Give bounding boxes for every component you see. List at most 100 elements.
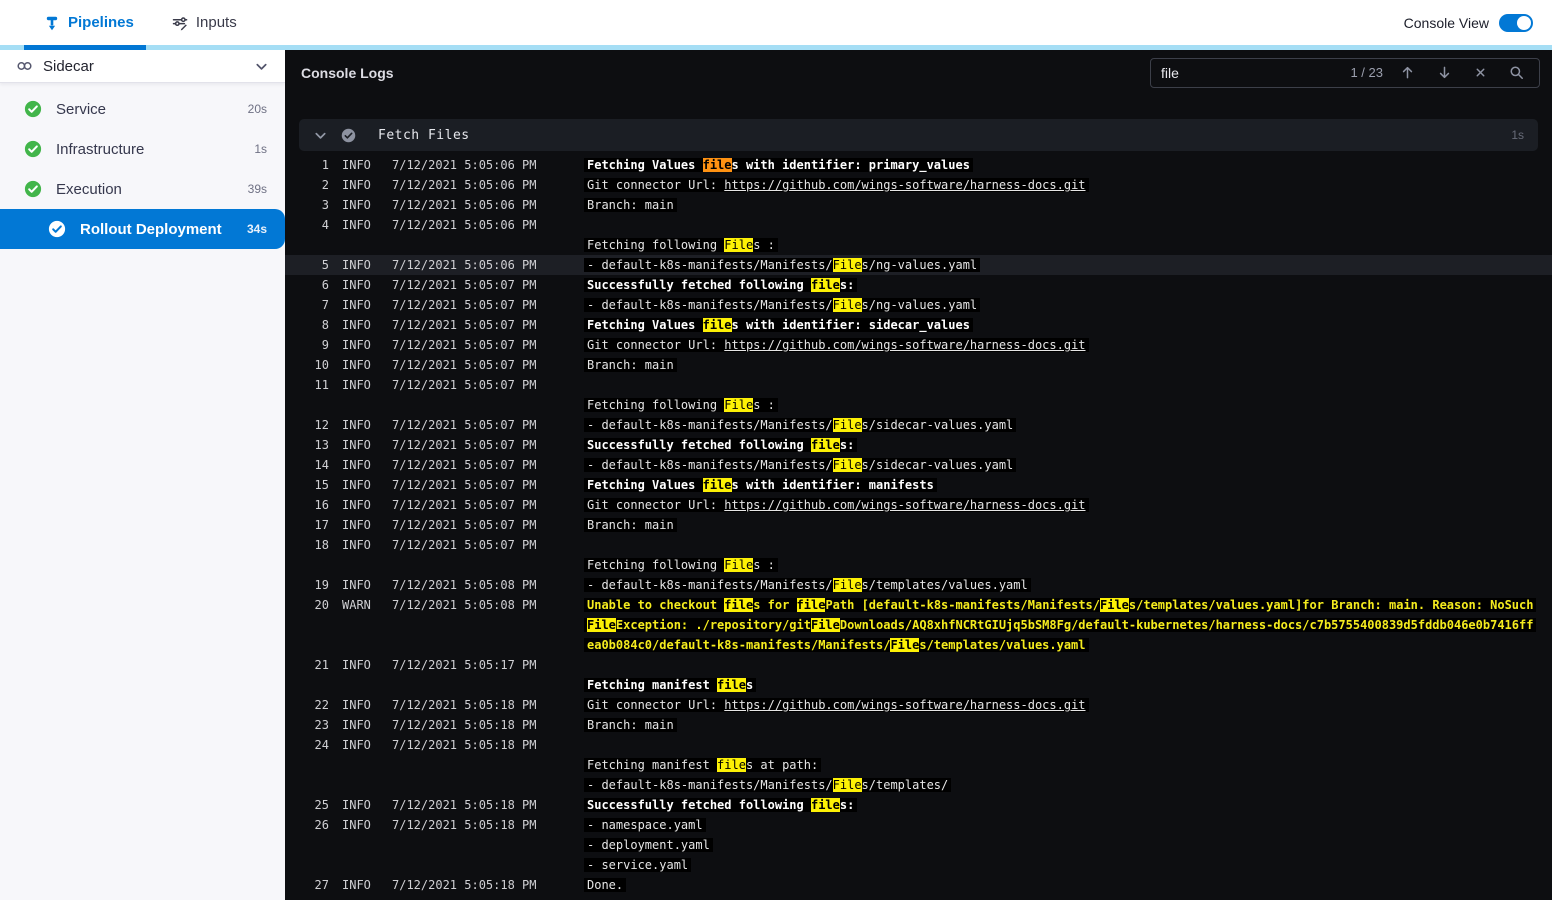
- tab-pipelines[interactable]: Pipelines: [44, 14, 134, 31]
- search-match: file: [810, 438, 840, 452]
- log-message-text: - default-k8s-manifests/Manifests/Files/…: [584, 778, 952, 792]
- log-line: 15 INFO 7/12/2021 5:05:07 PM Fetching Value…: [285, 475, 1552, 495]
- log-level: INFO: [342, 698, 371, 712]
- line-number[interactable]: 26: [299, 815, 329, 835]
- log-link[interactable]: https://github.com/wings-software/harnes…: [724, 498, 1085, 512]
- check-circle-icon: [24, 100, 42, 118]
- line-number[interactable]: 17: [299, 515, 329, 535]
- search-match: file: [724, 598, 754, 612]
- log-message: - default-k8s-manifests/Manifests/Files/…: [584, 255, 1538, 275]
- log-message-text: Git connector Url: https://github.com/wi…: [584, 498, 1089, 512]
- log-timestamp: 7/12/2021 5:05:07 PM: [392, 518, 537, 532]
- log-line: 7 INFO 7/12/2021 5:05:07 PM - default-k8s-m…: [285, 295, 1552, 315]
- log-lines: 1 INFO 7/12/2021 5:05:06 PM Fetching Values…: [285, 155, 1552, 895]
- line-number[interactable]: 8: [299, 315, 329, 335]
- log-message-text: Fetching following Files :: [584, 558, 778, 572]
- log-line: - deployment.yaml: [285, 835, 1552, 855]
- line-number[interactable]: 2: [299, 175, 329, 195]
- log-level: INFO: [342, 378, 371, 392]
- line-number[interactable]: 15: [299, 475, 329, 495]
- log-link[interactable]: https://github.com/wings-software/harnes…: [724, 338, 1085, 352]
- sidebar-item-service[interactable]: Service 20s: [0, 89, 285, 129]
- log-level: INFO: [342, 218, 371, 232]
- search-match: File: [587, 618, 616, 632]
- log-message-text: Fetching Values files with identifier: p…: [584, 158, 973, 172]
- log-link[interactable]: https://github.com/wings-software/harnes…: [724, 178, 1085, 192]
- sidebar-item-infrastructure[interactable]: Infrastructure 1s: [0, 129, 285, 169]
- log-line: 27 INFO 7/12/2021 5:05:18 PM Done.: [285, 875, 1552, 895]
- line-number[interactable]: 18: [299, 535, 329, 555]
- log-link[interactable]: https://github.com/wings-software/harnes…: [724, 698, 1085, 712]
- log-message-text: Unable to checkout files for filePath [d…: [584, 598, 1537, 652]
- console-view-label: Console View: [1403, 14, 1489, 31]
- log-level: INFO: [342, 278, 371, 292]
- line-number[interactable]: 19: [299, 575, 329, 595]
- line-number[interactable]: 21: [299, 655, 329, 675]
- sidebar-item-execution[interactable]: Execution 39s: [0, 169, 285, 209]
- search-match: file: [796, 598, 826, 612]
- search-match: File: [832, 418, 862, 432]
- line-number[interactable]: 20: [299, 595, 329, 615]
- step-duration: 1s: [254, 142, 267, 156]
- line-number[interactable]: 7: [299, 295, 329, 315]
- line-number[interactable]: 27: [299, 875, 329, 895]
- log-line: 6 INFO 7/12/2021 5:05:07 PM Successfully fe…: [285, 275, 1552, 295]
- line-number[interactable]: 4: [299, 215, 329, 235]
- log-message: Done.: [584, 875, 1538, 895]
- step-duration: 20s: [247, 102, 267, 116]
- line-number[interactable]: 25: [299, 795, 329, 815]
- log-level: INFO: [342, 798, 371, 812]
- search-icon[interactable]: [1504, 65, 1529, 80]
- line-number[interactable]: 9: [299, 335, 329, 355]
- log-line: 20 WARN 7/12/2021 5:05:08 PM Unable to chec…: [285, 595, 1552, 655]
- line-number[interactable]: 16: [299, 495, 329, 515]
- log-message-text: - namespace.yaml: [584, 818, 706, 832]
- console-title: Console Logs: [301, 64, 394, 81]
- stage-header[interactable]: Sidecar: [0, 50, 285, 83]
- chevron-down-icon[interactable]: [313, 128, 328, 143]
- step-label: Service: [56, 100, 107, 118]
- log-line: 23 INFO 7/12/2021 5:05:18 PM Branch: main: [285, 715, 1552, 735]
- line-number[interactable]: 14: [299, 455, 329, 475]
- tab-inputs[interactable]: Inputs: [172, 14, 237, 31]
- log-section-title: Fetch Files: [378, 127, 470, 143]
- line-number[interactable]: 3: [299, 195, 329, 215]
- step-label: Rollout Deployment: [80, 220, 222, 238]
- line-number[interactable]: 5: [299, 255, 329, 275]
- arrow-up-icon[interactable]: [1395, 65, 1420, 80]
- topbar-tabs: Pipelines Inputs: [44, 14, 237, 31]
- log-section-header[interactable]: Fetch Files 1s: [299, 119, 1538, 151]
- log-message-text: - deployment.yaml: [584, 838, 713, 852]
- search-match: File: [832, 578, 862, 592]
- line-number[interactable]: 11: [299, 375, 329, 395]
- log-timestamp: 7/12/2021 5:05:07 PM: [392, 478, 537, 492]
- inputs-icon: [172, 15, 188, 31]
- line-number[interactable]: 1: [299, 155, 329, 175]
- line-number[interactable]: 22: [299, 695, 329, 715]
- log-line: Fetching following Files :: [285, 395, 1552, 415]
- line-number[interactable]: 23: [299, 715, 329, 735]
- log-message-text: Fetching manifest files at path:: [584, 758, 822, 772]
- log-message: - default-k8s-manifests/Manifests/Files/…: [584, 415, 1538, 435]
- log-timestamp: 7/12/2021 5:05:07 PM: [392, 358, 537, 372]
- close-icon[interactable]: [1469, 66, 1492, 79]
- log-timestamp: 7/12/2021 5:05:18 PM: [392, 718, 537, 732]
- arrow-down-icon[interactable]: [1432, 65, 1457, 80]
- line-number[interactable]: 12: [299, 415, 329, 435]
- check-circle-icon: [48, 220, 66, 238]
- line-number[interactable]: 13: [299, 435, 329, 455]
- search-box: 1 / 23: [1150, 57, 1540, 88]
- search-input[interactable]: [1161, 64, 1339, 81]
- log-line: 5 INFO 7/12/2021 5:05:06 PM - default-k8s-m…: [285, 255, 1552, 275]
- line-number[interactable]: 6: [299, 275, 329, 295]
- log-timestamp: 7/12/2021 5:05:07 PM: [392, 378, 537, 392]
- log-message: - default-k8s-manifests/Manifests/Files/…: [584, 295, 1538, 315]
- log-message: Git connector Url: https://github.com/wi…: [584, 495, 1538, 515]
- sidebar-item-rollout-deployment[interactable]: Rollout Deployment 34s: [0, 209, 285, 249]
- line-number[interactable]: 24: [299, 735, 329, 755]
- log-message-text: Done.: [584, 878, 627, 892]
- line-number[interactable]: 10: [299, 355, 329, 375]
- log-timestamp: 7/12/2021 5:05:07 PM: [392, 318, 537, 332]
- console-view-toggle[interactable]: [1499, 13, 1533, 32]
- chevron-down-icon[interactable]: [254, 59, 269, 74]
